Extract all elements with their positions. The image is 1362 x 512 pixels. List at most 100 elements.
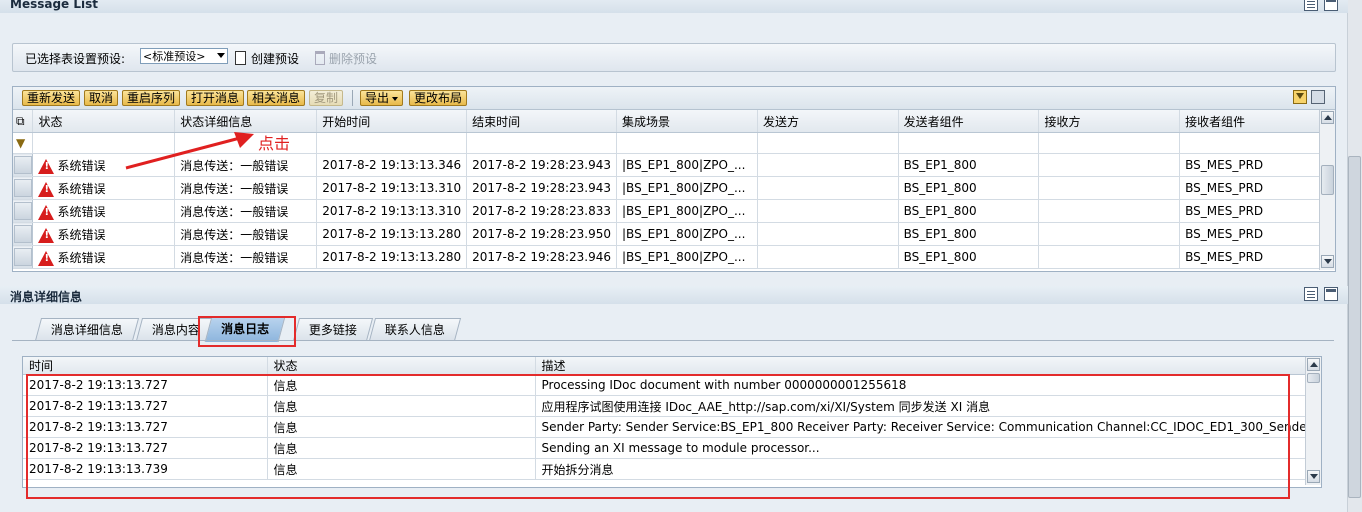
scroll-down-icon[interactable] [1307, 470, 1320, 483]
create-variant-button[interactable]: 创建预设 [251, 50, 299, 67]
table-cell-sender-comp[interactable]: BS_EP1_800 [898, 153, 1040, 177]
row-selector[interactable] [13, 245, 34, 269]
table-cell-receiver-comp[interactable]: BS_MES_PRD [1179, 153, 1335, 177]
table-cell-status[interactable]: 系统错误 [32, 222, 176, 246]
table-cell-receiver[interactable] [1038, 153, 1181, 177]
table-cell-sender[interactable] [757, 153, 899, 177]
restart-sequence-button[interactable]: 重启序列 [122, 90, 181, 106]
log-scrollbar[interactable] [1305, 357, 1321, 485]
grid-scrollbar[interactable] [1319, 110, 1335, 270]
table-cell-scenario[interactable]: |BS_EP1_800|ZPO_... [616, 199, 758, 223]
table-cell-sender[interactable] [757, 222, 899, 246]
page-scrollbar[interactable] [1347, 0, 1362, 512]
log-column-header[interactable]: 状态 [267, 357, 536, 375]
filter-cell[interactable] [757, 132, 899, 154]
row-selector[interactable] [13, 176, 34, 200]
table-cell-sender[interactable] [757, 245, 899, 269]
table-cell-receiver-comp[interactable]: BS_MES_PRD [1179, 245, 1335, 269]
cancel-button[interactable]: 取消 [84, 90, 119, 106]
table-cell-receiver[interactable] [1038, 222, 1181, 246]
grid-scroll-thumb[interactable] [1321, 165, 1334, 195]
column-header[interactable]: 发送者组件 [898, 110, 1040, 133]
table-cell-scenario[interactable]: |BS_EP1_800|ZPO_... [616, 176, 758, 200]
change-layout-button[interactable]: 更改布局 [409, 90, 468, 106]
table-cell-detail[interactable]: 消息传送：一般错误 [174, 176, 318, 200]
filter-cell[interactable] [466, 132, 617, 154]
table-row[interactable]: 系统错误 消息传送：一般错误2017-8-2 19:13:13.2802017-8… [13, 245, 1335, 269]
table-cell-end[interactable]: 2017-8-2 19:28:23.943 [466, 153, 617, 177]
column-header[interactable]: 发送方 [757, 110, 899, 133]
table-row[interactable]: 系统错误 消息传送：一般错误2017-8-2 19:13:13.2802017-8… [13, 222, 1335, 246]
table-cell-start[interactable]: 2017-8-2 19:13:13.280 [316, 222, 468, 246]
table-row[interactable]: 系统错误 消息传送：一般错误2017-8-2 19:13:13.3102017-8… [13, 199, 1335, 223]
open-message-button[interactable]: 打开消息 [186, 90, 245, 106]
filter-row-icon[interactable]: ▼ [13, 132, 34, 154]
log-scroll-thumb[interactable] [1307, 373, 1320, 383]
row-selector[interactable] [13, 199, 34, 223]
table-cell-end[interactable]: 2017-8-2 19:28:23.833 [466, 199, 617, 223]
table-cell-receiver[interactable] [1038, 199, 1181, 223]
filter-cell[interactable] [1179, 132, 1335, 154]
export-button[interactable]: 导出 [360, 90, 404, 106]
tab-more-links[interactable]: 更多链接 [292, 318, 374, 341]
filter-cell[interactable] [616, 132, 758, 154]
select-all-icon[interactable]: ⧉ [13, 110, 34, 133]
filter-cell[interactable] [1038, 132, 1181, 154]
panel-settings-icon[interactable] [1304, 287, 1318, 301]
log-column-header[interactable]: 时间 [23, 357, 268, 375]
table-cell-end[interactable]: 2017-8-2 19:28:23.950 [466, 222, 617, 246]
table-cell-receiver[interactable] [1038, 176, 1181, 200]
filter-cell[interactable] [898, 132, 1040, 154]
grid-settings-icon[interactable] [1311, 90, 1325, 104]
table-cell-detail[interactable]: 消息传送：一般错误 [174, 222, 318, 246]
table-cell-sender[interactable] [757, 176, 899, 200]
column-header[interactable]: 接收者组件 [1179, 110, 1335, 133]
table-cell-scenario[interactable]: |BS_EP1_800|ZPO_... [616, 245, 758, 269]
column-header[interactable]: 集成场景 [616, 110, 758, 133]
related-messages-button[interactable]: 相关消息 [247, 90, 306, 106]
copy-button[interactable]: 复制 [309, 90, 344, 106]
table-cell-start[interactable]: 2017-8-2 19:13:13.346 [316, 153, 468, 177]
column-header[interactable]: 结束时间 [466, 110, 617, 133]
filter-cell[interactable] [316, 132, 468, 154]
row-selector[interactable] [13, 153, 34, 177]
scroll-up-icon[interactable] [1321, 111, 1334, 124]
column-header[interactable]: 接收方 [1038, 110, 1181, 133]
table-cell-sender-comp[interactable]: BS_EP1_800 [898, 176, 1040, 200]
panel-maximize-icon[interactable] [1324, 287, 1338, 301]
table-cell-sender-comp[interactable]: BS_EP1_800 [898, 245, 1040, 269]
table-cell-start[interactable]: 2017-8-2 19:13:13.310 [316, 176, 468, 200]
panel-maximize-icon[interactable] [1324, 0, 1338, 11]
table-cell-status[interactable]: 系统错误 [32, 245, 176, 269]
table-cell-receiver-comp[interactable]: BS_MES_PRD [1179, 176, 1335, 200]
scroll-up-icon[interactable] [1307, 358, 1320, 371]
table-cell-detail[interactable]: 消息传送：一般错误 [174, 245, 318, 269]
table-cell-sender-comp[interactable]: BS_EP1_800 [898, 199, 1040, 223]
tab-message-details[interactable]: 消息详细信息 [34, 318, 140, 341]
filter-icon[interactable] [1293, 90, 1307, 104]
table-cell-detail[interactable]: 消息传送：一般错误 [174, 199, 318, 223]
table-cell-receiver-comp[interactable]: BS_MES_PRD [1179, 222, 1335, 246]
table-cell-sender[interactable] [757, 199, 899, 223]
delete-variant-button[interactable]: 删除预设 [329, 50, 377, 67]
page-scrollbar-thumb[interactable] [1348, 156, 1361, 498]
table-cell-start[interactable]: 2017-8-2 19:13:13.310 [316, 199, 468, 223]
log-column-header[interactable]: 描述 [535, 357, 1319, 375]
table-cell-start[interactable]: 2017-8-2 19:13:13.280 [316, 245, 468, 269]
table-cell-scenario[interactable]: |BS_EP1_800|ZPO_... [616, 222, 758, 246]
scroll-down-icon[interactable] [1321, 255, 1334, 268]
row-selector[interactable] [13, 222, 34, 246]
table-row[interactable]: 系统错误 消息传送：一般错误2017-8-2 19:13:13.3102017-8… [13, 176, 1335, 200]
resend-button[interactable]: 重新发送 [22, 90, 81, 106]
table-cell-status[interactable]: 系统错误 [32, 199, 176, 223]
panel-settings-icon[interactable] [1304, 0, 1318, 11]
table-cell-scenario[interactable]: |BS_EP1_800|ZPO_... [616, 153, 758, 177]
table-cell-sender-comp[interactable]: BS_EP1_800 [898, 222, 1040, 246]
column-header[interactable]: 开始时间 [316, 110, 468, 133]
tab-contact-info[interactable]: 联系人信息 [368, 318, 462, 341]
table-cell-receiver[interactable] [1038, 245, 1181, 269]
variant-select[interactable]: <标准预设> [140, 48, 228, 64]
table-cell-status[interactable]: 系统错误 [32, 176, 176, 200]
table-cell-end[interactable]: 2017-8-2 19:28:23.946 [466, 245, 617, 269]
table-cell-end[interactable]: 2017-8-2 19:28:23.943 [466, 176, 617, 200]
